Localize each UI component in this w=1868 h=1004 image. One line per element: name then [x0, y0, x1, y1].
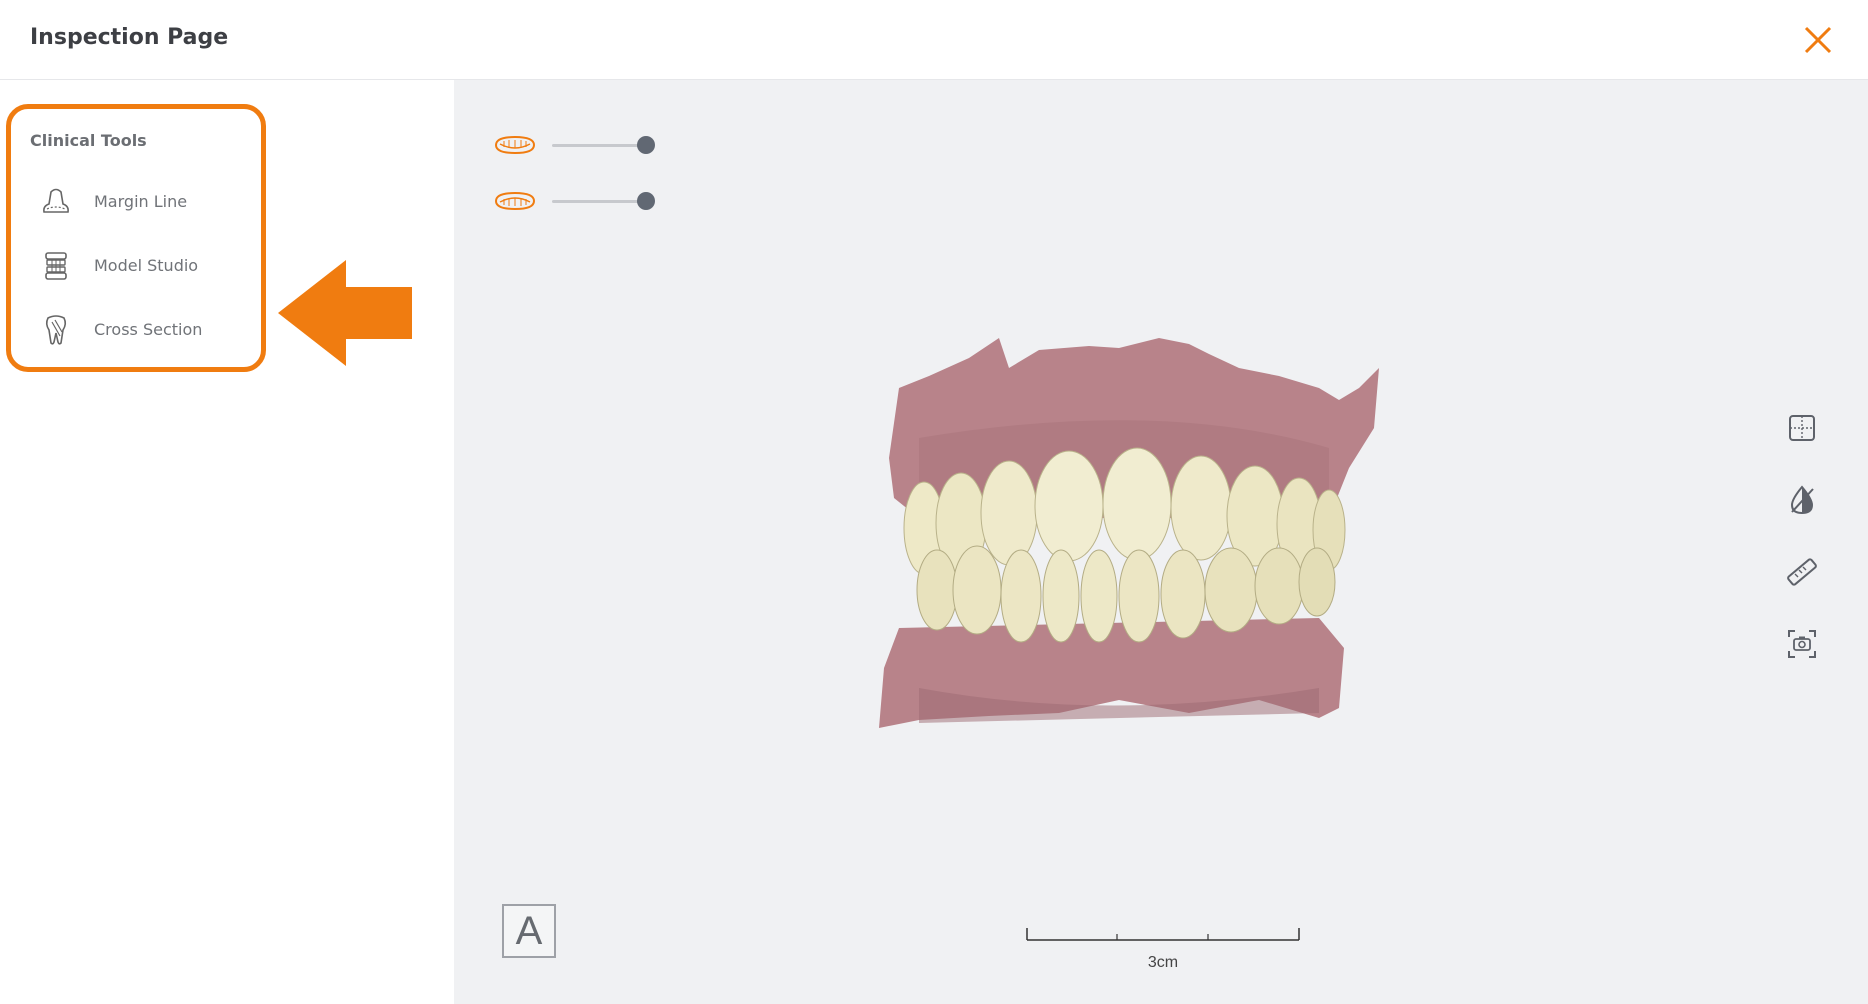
- screenshot-button[interactable]: [1784, 626, 1820, 662]
- tooth-cross-section-icon: [45, 315, 67, 345]
- anterior-view-button[interactable]: A: [502, 904, 556, 958]
- lower-jaw-slider-handle[interactable]: [637, 192, 655, 210]
- color-toggle-button[interactable]: [1784, 482, 1820, 518]
- sidebar-item-label: Cross Section: [94, 320, 203, 339]
- margin-line-icon: [43, 188, 69, 213]
- sidebar: Clinical Tools Margin Line Model Studio …: [0, 80, 454, 1004]
- sidebar-item-cross-section[interactable]: Cross Section: [38, 308, 258, 352]
- scale-bar-ruler: [1026, 928, 1300, 941]
- upper-jaw-icon[interactable]: [492, 132, 538, 158]
- upper-jaw-slider-track[interactable]: [552, 144, 646, 147]
- split-view-button[interactable]: [1784, 410, 1820, 446]
- color-toggle-icon: [1790, 485, 1814, 515]
- sidebar-item-label: Model Studio: [94, 256, 199, 275]
- sidebar-item-model-studio[interactable]: Model Studio: [38, 244, 258, 288]
- lower-jaw-opacity-control: [492, 186, 662, 216]
- highlight-arrow: [278, 260, 412, 366]
- 3d-viewport[interactable]: A 3cm: [454, 80, 1868, 1004]
- scale-bar: 3cm: [1025, 926, 1301, 976]
- lower-jaw-slider-track[interactable]: [552, 200, 646, 203]
- screenshot-icon: [1788, 630, 1816, 658]
- clinical-tools-heading: Clinical Tools: [30, 131, 147, 150]
- ruler-icon: [1787, 558, 1817, 586]
- page-title: Inspection Page: [30, 25, 229, 50]
- header: Inspection Page: [0, 0, 1868, 80]
- sidebar-item-label: Margin Line: [94, 192, 188, 211]
- ruler-button[interactable]: [1784, 554, 1820, 590]
- upper-jaw-slider-handle[interactable]: [637, 136, 655, 154]
- split-view-icon: [1789, 415, 1815, 441]
- lower-jaw-icon[interactable]: [492, 188, 538, 214]
- scale-label: 3cm: [1147, 954, 1179, 971]
- model-studio-icon: [45, 252, 67, 280]
- dental-3d-model[interactable]: [859, 328, 1479, 768]
- upper-jaw-opacity-control: [492, 130, 662, 160]
- close-button[interactable]: [1800, 22, 1836, 58]
- close-icon: [1804, 26, 1832, 54]
- sidebar-item-margin-line[interactable]: Margin Line: [38, 180, 258, 224]
